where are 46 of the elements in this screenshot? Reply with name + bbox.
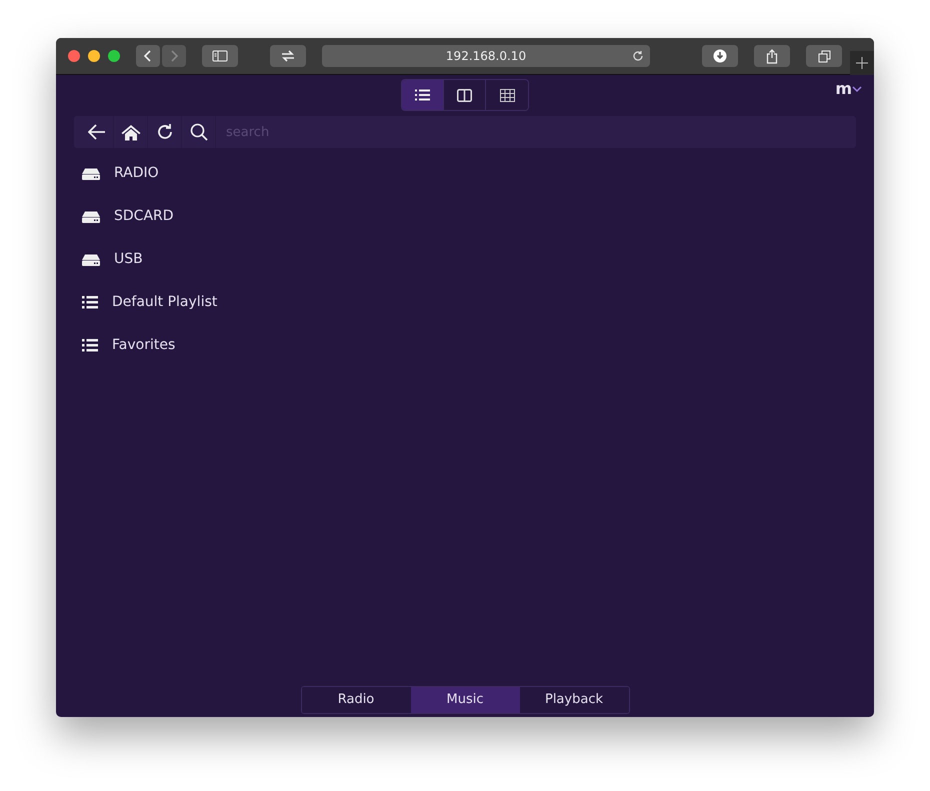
columns-icon <box>457 88 472 102</box>
browse-item[interactable]: Default Playlist <box>112 292 218 313</box>
new-tab-button[interactable] <box>850 51 874 75</box>
reload-icon[interactable] <box>632 50 644 62</box>
search-icon <box>190 123 208 141</box>
chevron-right-icon <box>169 50 179 62</box>
home-button[interactable] <box>114 116 148 148</box>
minimize-button[interactable] <box>88 50 100 62</box>
refresh-icon <box>156 123 174 141</box>
close-button[interactable] <box>68 50 80 62</box>
address-bar[interactable]: 192.168.0.10 <box>322 45 650 67</box>
plus-icon <box>856 57 868 69</box>
url-text: 192.168.0.10 <box>446 48 526 65</box>
zoom-button[interactable] <box>108 50 120 62</box>
drive-icon <box>82 254 100 266</box>
browse-item[interactable]: SDCARD <box>114 206 174 227</box>
grid-icon <box>500 88 514 102</box>
browse-item[interactable]: USB <box>114 249 143 270</box>
chevron-left-icon <box>143 50 153 62</box>
swap-arrows-icon <box>280 50 296 62</box>
home-icon <box>120 124 140 140</box>
sidebar-button[interactable] <box>202 45 238 67</box>
list-icon <box>82 296 98 309</box>
browse-item[interactable]: RADIO <box>114 163 159 184</box>
list-view-button[interactable] <box>402 80 444 110</box>
tabs-button[interactable] <box>806 45 842 67</box>
browse-item[interactable]: Favorites <box>112 335 176 356</box>
app-logo: m <box>835 81 852 97</box>
download-icon <box>713 49 727 63</box>
back-arrow-icon <box>88 124 106 140</box>
drive-icon <box>82 210 100 222</box>
share-icon <box>766 48 778 64</box>
sidebar-icon <box>212 50 228 62</box>
tabs-icon <box>818 50 830 62</box>
tab-switch-button[interactable] <box>270 45 306 67</box>
back-button[interactable] <box>136 45 160 67</box>
list-icon <box>415 89 430 101</box>
refresh-button[interactable] <box>148 116 182 148</box>
list-icon <box>82 339 98 352</box>
search-button[interactable] <box>182 116 216 148</box>
back-arrow-button[interactable] <box>74 116 114 148</box>
share-button[interactable] <box>754 45 790 67</box>
drive-icon <box>82 168 100 180</box>
tab[interactable]: Music <box>410 687 520 713</box>
chevron-down-icon[interactable] <box>852 85 862 93</box>
downloads-button[interactable] <box>702 45 738 67</box>
